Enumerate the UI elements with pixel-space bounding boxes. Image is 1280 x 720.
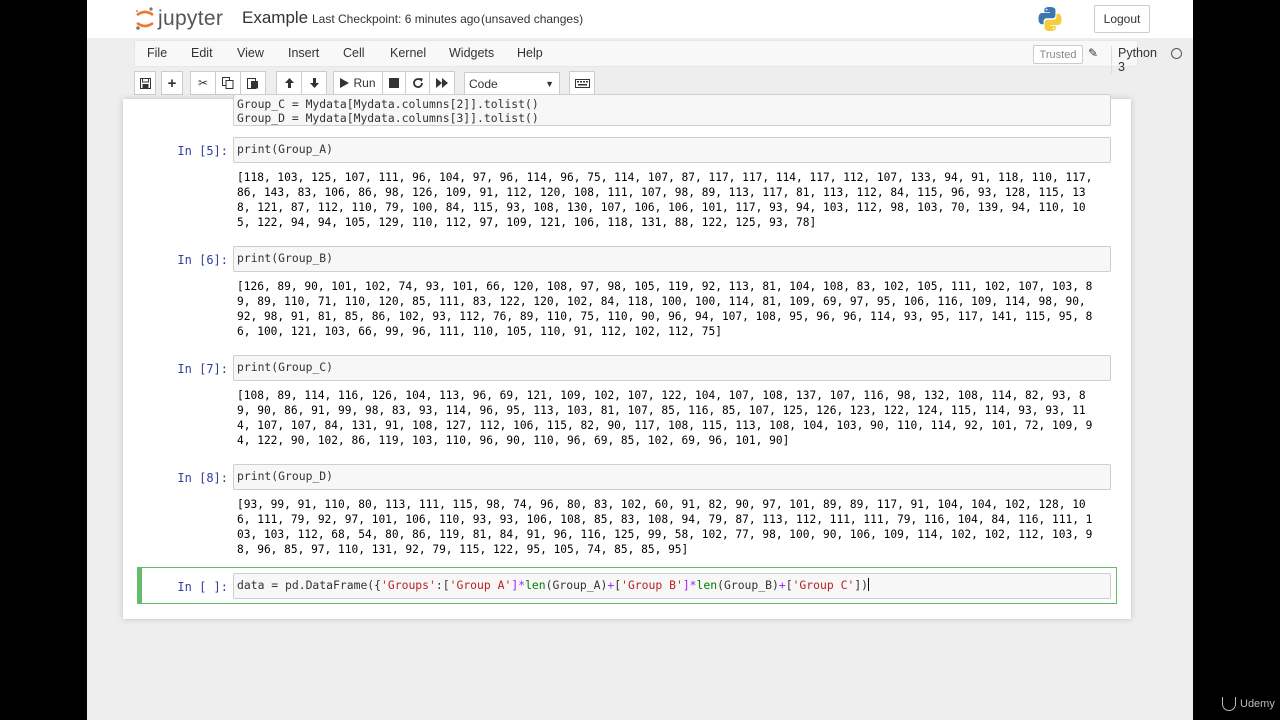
copy-icon xyxy=(222,77,234,89)
menu-file[interactable]: File xyxy=(147,46,167,60)
menu-edit[interactable]: Edit xyxy=(191,46,213,60)
input-prompt: In [ ]: xyxy=(177,580,228,594)
input-prompt: In [7]: xyxy=(177,362,228,376)
notebook-name[interactable]: Example xyxy=(242,8,308,28)
scissors-icon: ✂ xyxy=(197,76,209,90)
refresh-icon xyxy=(412,78,423,88)
jupyter-logo-icon xyxy=(136,7,154,30)
code-text: print(Group_A) xyxy=(237,142,334,156)
interrupt-button[interactable] xyxy=(382,71,406,95)
kernel-idle-icon xyxy=(1171,48,1182,59)
code-token: ]) xyxy=(854,578,869,592)
cell-type-value: Code xyxy=(469,76,498,91)
restart-run-all-button[interactable] xyxy=(429,71,455,95)
menubar: File Edit View Insert Cell Kernel Widget… xyxy=(134,40,1182,74)
chevron-down-icon: ▼ xyxy=(545,79,554,89)
cut-button[interactable]: ✂ xyxy=(190,71,216,95)
insert-cell-button[interactable]: + xyxy=(161,71,183,95)
python-logo-icon xyxy=(1038,7,1062,31)
run-button[interactable]: Run xyxy=(333,71,383,95)
jupyter-app: jupyter Example Last Checkpoint: 6 minut… xyxy=(87,0,1193,720)
cell-type-select[interactable]: Code ▼ xyxy=(464,72,560,95)
code-token: :[ xyxy=(435,578,450,592)
code-token: len xyxy=(525,578,546,592)
cell-output: [118, 103, 125, 107, 111, 96, 104, 97, 9… xyxy=(237,171,1093,229)
input-prompt: In [8]: xyxy=(177,471,228,485)
logout-button[interactable]: Logout xyxy=(1094,5,1150,33)
paste-icon xyxy=(247,78,258,89)
cell-output: [108, 89, 114, 116, 126, 104, 113, 96, 6… xyxy=(237,389,1093,447)
code-token: len xyxy=(696,578,718,592)
fast-forward-icon xyxy=(435,78,448,88)
code-token: data = pd.DataFrame({ xyxy=(237,578,382,592)
run-label: Run xyxy=(353,76,376,90)
stop-icon xyxy=(389,78,399,88)
cell-output: [126, 89, 90, 101, 102, 74, 93, 101, 66,… xyxy=(237,280,1093,338)
arrow-up-icon xyxy=(284,78,294,88)
paste-button[interactable] xyxy=(240,71,266,95)
notebook-container: Group_C = Mydata[Mydata.columns[2]].toli… xyxy=(123,94,1131,619)
code-text: print(Group_D) xyxy=(237,469,334,483)
code-token: [ xyxy=(785,578,793,592)
play-icon xyxy=(340,78,350,88)
code-token: 'Group C' xyxy=(792,578,855,592)
udemy-watermark-text: Udemy xyxy=(1240,698,1275,710)
menu-widgets[interactable]: Widgets xyxy=(449,46,494,60)
menu-kernel[interactable]: Kernel xyxy=(390,46,426,60)
code-token: 'Group B' xyxy=(621,578,683,592)
code-input-partial[interactable]: Group_C = Mydata[Mydata.columns[2]].toli… xyxy=(233,94,1111,126)
restart-button[interactable] xyxy=(405,71,430,95)
code-token: (Group_A) xyxy=(545,578,608,592)
menu-help[interactable]: Help xyxy=(517,46,543,60)
arrow-down-icon xyxy=(309,78,319,88)
code-line: Group_D = Mydata[Mydata.columns[3]].toli… xyxy=(237,111,539,125)
menu-view[interactable]: View xyxy=(237,46,264,60)
save-icon xyxy=(139,77,151,89)
command-palette-button[interactable] xyxy=(569,71,595,95)
input-prompt: In [6]: xyxy=(177,253,228,267)
udemy-logo-icon xyxy=(1222,697,1236,711)
code-input[interactable]: print(Group_D) xyxy=(233,464,1111,490)
trusted-indicator[interactable]: Trusted xyxy=(1033,45,1083,64)
save-button[interactable] xyxy=(134,71,156,95)
cell-output: [93, 99, 91, 110, 80, 113, 111, 115, 98,… xyxy=(237,498,1093,556)
code-text: print(Group_C) xyxy=(237,360,334,374)
plus-icon: + xyxy=(167,74,177,92)
pencil-icon[interactable]: ✎ xyxy=(1088,46,1104,62)
code-input[interactable]: print(Group_A) xyxy=(233,137,1111,163)
input-prompt: In [5]: xyxy=(177,144,228,158)
move-down-button[interactable] xyxy=(301,71,327,95)
checkpoint-status: Last Checkpoint: 6 minutes ago xyxy=(312,12,481,26)
code-token: (Group_B) xyxy=(717,578,779,592)
move-up-button[interactable] xyxy=(276,71,302,95)
code-input[interactable]: print(Group_B) xyxy=(233,246,1111,272)
copy-button[interactable] xyxy=(215,71,241,95)
text-cursor xyxy=(868,578,870,591)
jupyter-logo[interactable]: jupyter xyxy=(134,5,223,33)
code-input[interactable]: print(Group_C) xyxy=(233,355,1111,381)
code-text: print(Group_B) xyxy=(237,251,334,265)
code-token: 'Group A' xyxy=(449,578,512,592)
code-input-active[interactable]: data = pd.DataFrame({'Groups':['Group A'… xyxy=(233,573,1111,599)
menu-insert[interactable]: Insert xyxy=(288,46,319,60)
menu-cell[interactable]: Cell xyxy=(343,46,365,60)
autosave-status: (unsaved changes) xyxy=(481,12,584,26)
header: jupyter Example Last Checkpoint: 6 minut… xyxy=(87,0,1193,38)
code-token: ]* xyxy=(682,578,697,592)
kernel-name: Python 3 xyxy=(1111,46,1157,74)
keyboard-icon xyxy=(574,78,590,88)
code-line: Group_C = Mydata[Mydata.columns[2]].toli… xyxy=(237,97,539,111)
code-token: + xyxy=(778,578,786,592)
code-token: ]* xyxy=(511,578,526,592)
udemy-watermark: Udemy xyxy=(1222,697,1275,711)
code-token: 'Groups' xyxy=(381,578,436,592)
jupyter-wordmark: jupyter xyxy=(158,7,224,30)
